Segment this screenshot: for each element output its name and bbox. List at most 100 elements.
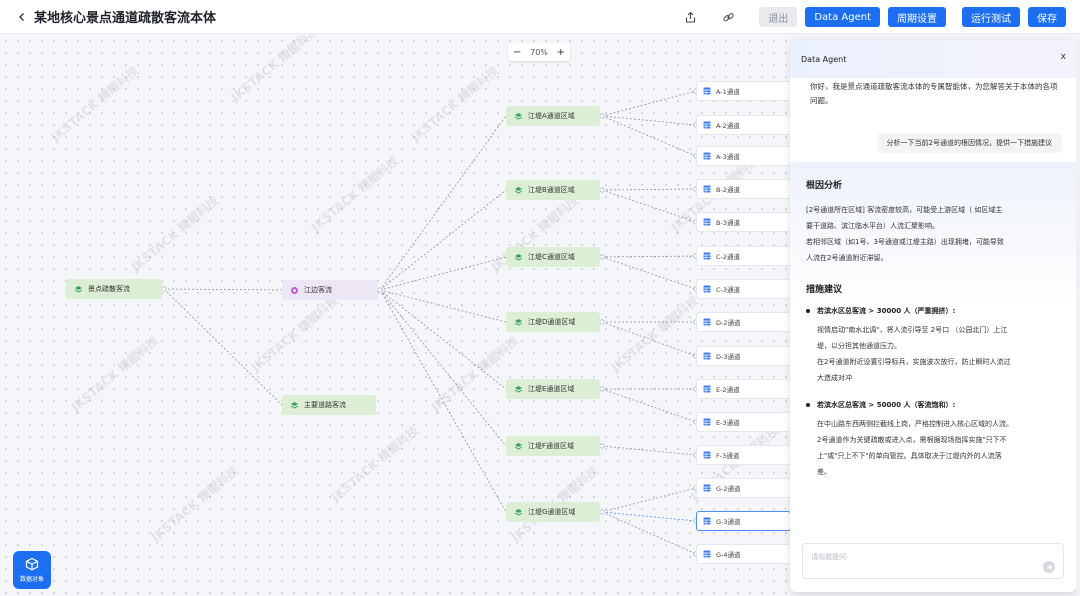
edge — [379, 256, 507, 291]
node-label: 江堤D通道区域 — [528, 318, 576, 326]
toolbar: 退出 Data Agent 周期设置 运行测试 保存 — [679, 6, 1066, 28]
node-label: A-3通道 — [716, 153, 740, 161]
edge — [601, 487, 697, 513]
measure1-line: 大造成对冲 — [817, 374, 852, 382]
table-icon — [703, 252, 711, 260]
root-node[interactable]: 景点疏散客流 — [66, 279, 162, 299]
channel-node[interactable]: F-3通道 — [696, 445, 790, 465]
zone-node[interactable]: 江堤G通道区域 — [506, 502, 600, 522]
l1-node-riverside[interactable]: 江边客流 — [282, 280, 378, 300]
zoom-in-button[interactable]: + — [557, 47, 565, 58]
table-icon — [703, 152, 711, 160]
run-test-button[interactable]: 运行测试 — [962, 7, 1020, 27]
port-dot — [599, 319, 605, 325]
data-object-label: 数据对象 — [19, 576, 44, 583]
zoom-out-button[interactable]: − — [513, 47, 521, 58]
edge — [601, 189, 697, 223]
root-cause-heading: 根因分析 — [806, 181, 843, 191]
data-object-button[interactable]: 数据对象 — [13, 551, 51, 589]
ontology-canvas[interactable]: JKSTACK 精鲲科技 JKSTACK 精鲲科技 JKSTACK 精鲲科技 JKST… — [0, 35, 790, 596]
edge — [163, 288, 283, 406]
root-cause-line: 人流在2号通道附近滞留。 — [806, 254, 888, 262]
edge — [379, 289, 507, 513]
edge — [601, 388, 697, 423]
port-dot — [599, 386, 605, 392]
channel-node[interactable]: A-2通道 — [696, 115, 790, 135]
zone-node[interactable]: 江堤D通道区域 — [506, 312, 600, 332]
zoom-control: − 70% + — [508, 44, 570, 61]
channel-node[interactable]: G-2通道 — [696, 478, 790, 498]
question-input-box[interactable] — [802, 543, 1064, 579]
measure1-line: 在2号通道附近设置引导标兵，实施波次放行，防止瞬时人流过 — [817, 358, 1011, 366]
layers-icon — [514, 186, 523, 195]
channel-node[interactable]: D-2通道 — [696, 312, 790, 332]
layers-icon — [290, 401, 299, 410]
edge — [379, 189, 507, 291]
table-icon — [703, 87, 711, 95]
table-icon — [703, 185, 711, 193]
layers-icon — [514, 508, 523, 517]
edge — [601, 321, 697, 357]
zone-node[interactable]: 江堤C通道区域 — [506, 247, 600, 267]
port-dot — [599, 187, 605, 193]
page-title: 某地核心景点通道疏散客流本体 — [34, 11, 217, 26]
save-button[interactable]: 保存 — [1028, 7, 1066, 27]
edge — [379, 115, 507, 291]
channel-node[interactable]: G-4通道 — [696, 544, 790, 564]
channel-node[interactable]: E-3通道 — [696, 412, 790, 432]
measure1-line: 视情启动"南水北调"，将人流引导至 2号口 （公园北门）上江 — [817, 326, 1008, 334]
channel-node[interactable]: G-3通道 — [696, 511, 790, 531]
node-label: B-2通道 — [716, 186, 740, 194]
edge — [601, 115, 697, 126]
node-label: 江堤C通道区域 — [528, 253, 575, 261]
edge — [601, 511, 697, 555]
port-dot — [599, 254, 605, 260]
node-label: C-3通道 — [716, 286, 741, 294]
node-label: 江堤F通道区域 — [528, 442, 575, 450]
data-agent-panel: Data Agent x 你好，我是景点通道疏散客流本体的专属智能体，为您解答关… — [790, 40, 1076, 592]
channel-node[interactable]: C-2通道 — [696, 246, 790, 266]
zone-node[interactable]: 江堤A通道区域 — [506, 106, 600, 126]
edge — [601, 255, 697, 258]
data-agent-button[interactable]: Data Agent — [805, 7, 880, 27]
send-icon[interactable] — [1043, 561, 1055, 573]
layers-icon — [74, 285, 83, 294]
node-label: B-3通道 — [716, 219, 740, 227]
l1-node-main-road[interactable]: 主要道路客流 — [282, 395, 376, 415]
cube-icon — [25, 557, 39, 571]
table-icon — [703, 418, 711, 426]
table-icon — [703, 318, 711, 326]
user-message: 分析一下当前2号通道的根因情况，提供一下措施建议 — [876, 133, 1062, 153]
back-chevron-icon[interactable] — [14, 9, 30, 25]
layers-icon — [514, 442, 523, 451]
zone-node[interactable]: 江堤E通道区域 — [506, 379, 600, 399]
question-input[interactable] — [811, 550, 1031, 564]
channel-node[interactable]: C-3通道 — [696, 279, 790, 299]
panel-scrollbar[interactable] — [1076, 40, 1080, 592]
close-icon[interactable]: x — [1061, 52, 1066, 62]
layers-icon — [514, 112, 523, 121]
target-icon — [290, 286, 299, 295]
edge — [379, 289, 507, 323]
port-dot — [599, 113, 605, 119]
share-icon[interactable] — [679, 6, 701, 28]
measure2-line: 2号通道作为关键疏散或进入点，需根据现场指挥实施"只下不 — [817, 436, 1007, 444]
zone-node[interactable]: 江堤B通道区域 — [506, 180, 600, 200]
channel-node[interactable]: A-1通道 — [696, 81, 790, 101]
table-icon — [703, 517, 711, 525]
exit-button[interactable]: 退出 — [759, 7, 798, 27]
node-label: 江堤A通道区域 — [528, 112, 575, 120]
channel-node[interactable]: B-3通道 — [696, 212, 790, 232]
edge — [601, 445, 697, 456]
channel-node[interactable]: A-3通道 — [696, 146, 790, 166]
link-icon[interactable] — [717, 6, 739, 28]
zone-node[interactable]: 江堤F通道区域 — [506, 436, 600, 456]
table-icon — [703, 385, 711, 393]
node-label: 江堤E通道区域 — [528, 385, 575, 393]
channel-node[interactable]: B-2通道 — [696, 179, 790, 199]
cycle-settings-button[interactable]: 周期设置 — [888, 7, 946, 27]
channel-node[interactable]: D-3通道 — [696, 346, 790, 366]
node-label: E-2通道 — [716, 386, 740, 394]
channel-node[interactable]: E-2通道 — [696, 379, 790, 399]
node-label: C-2通道 — [716, 253, 741, 261]
